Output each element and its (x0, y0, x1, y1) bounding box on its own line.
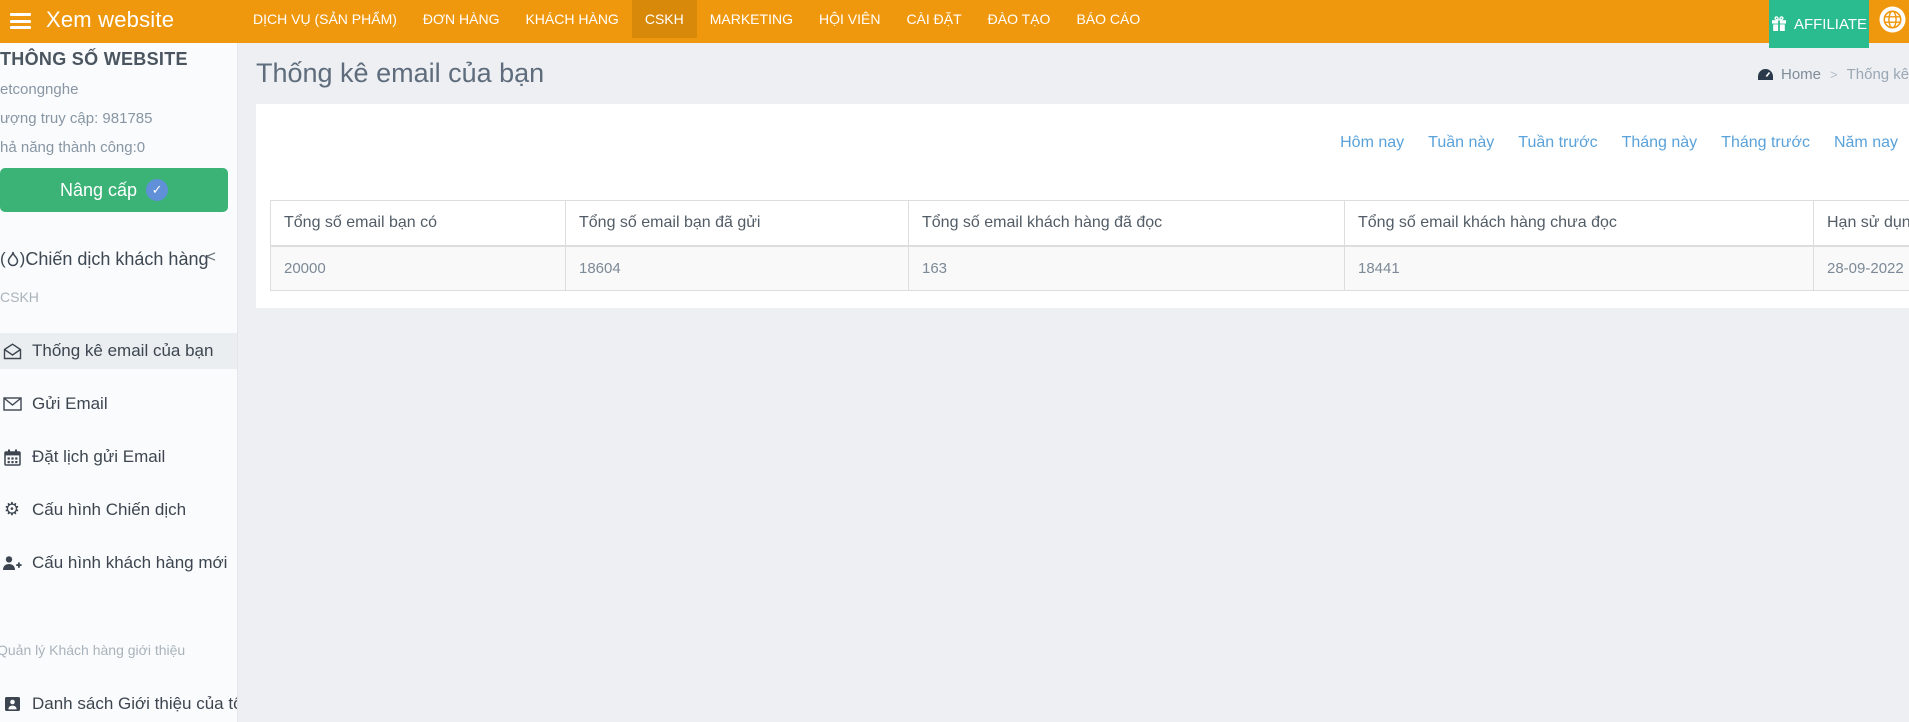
breadcrumb-home[interactable]: Home (1757, 66, 1821, 83)
calendar-icon (2, 449, 22, 466)
flame-paren-icon: ( (0, 249, 6, 268)
col-header-total-emails: Tổng số email bạn có (270, 200, 566, 247)
sidebar-item-schedule-email[interactable]: Đặt lịch gửi Email (0, 439, 237, 475)
sidebar-heading: THÔNG SỐ WEBSITE (0, 49, 188, 69)
upgrade-label: Nâng cấp (59, 179, 138, 200)
open-envelope-icon (2, 342, 22, 360)
breadcrumb-current: Thống kê email của bạn (1846, 66, 1909, 83)
chevron-left-icon: < (206, 247, 216, 266)
col-header-emails-read: Tổng số email khách hàng đã đọc (908, 200, 1345, 247)
nav-item-cskh[interactable]: CSKH (631, 0, 697, 38)
sidebar-item-label: Thống kê email của bạn (32, 341, 214, 360)
filter-this-week[interactable]: Tuần này (1428, 134, 1494, 152)
view-website-link[interactable]: Xem website (46, 7, 174, 33)
nav-item-cai-dat[interactable]: CÀI ĐẶT (893, 0, 974, 38)
nav-item-don-hang[interactable]: ĐƠN HÀNG (410, 0, 513, 38)
date-filter-links: Hôm nay Tuần này Tuần trước Tháng này Th… (1340, 134, 1898, 152)
cell-emails-sent: 18604 (565, 246, 909, 291)
sidebar-item-new-customer-config[interactable]: Cấu hình khách hàng mới (0, 545, 237, 581)
affiliate-label: AFFILIATE (1793, 15, 1868, 33)
sidebar-item-label: Danh sách Giới thiệu của tôi (32, 694, 238, 713)
address-card-icon (2, 696, 22, 712)
table-row: 20000 18604 163 18441 28-09-2022 (270, 246, 1909, 291)
sidebar-item-campaign[interactable]: ( ) Chiến dịch khách hàng < (0, 244, 237, 274)
affiliate-button[interactable]: AFFILIATE (1769, 0, 1869, 48)
filter-today[interactable]: Hôm nay (1340, 134, 1404, 152)
sidebar-item-campaign-config[interactable]: ⚙ Cấu hình Chiến dịch (0, 492, 237, 528)
nav-item-dao-tao[interactable]: ĐÀO TẠO (975, 0, 1064, 38)
gear-icon: ⚙ (3, 499, 21, 520)
menu-toggle-icon[interactable] (10, 13, 32, 29)
sidebar-item-campaign-label: Chiến dịch khách hàng (25, 248, 209, 269)
flame-icon (7, 251, 19, 267)
sidebar-item-send-email[interactable]: Gửi Email (0, 386, 237, 422)
site-stat-traffic: ượng truy cập: 981785 (0, 110, 153, 127)
cell-total-emails: 20000 (270, 246, 566, 291)
cell-emails-unread: 18441 (1344, 246, 1814, 291)
dashboard-icon (1757, 68, 1774, 81)
globe-icon[interactable] (1879, 6, 1906, 33)
top-nav-menu: DỊCH VỤ (SẢN PHẨM) ĐƠN HÀNG KHÁCH HÀNG C… (240, 0, 1153, 38)
page-title: Thống kê email của bạn (256, 58, 545, 88)
content-panel: Hôm nay Tuần này Tuần trước Tháng này Th… (256, 104, 1909, 308)
breadcrumb-separator: > (1830, 67, 1838, 82)
sidebar-item-email-stats[interactable]: Thống kê email của bạn (0, 333, 237, 369)
nav-item-hoi-vien[interactable]: HỘI VIÊN (806, 0, 893, 38)
cell-expiry-date: 28-09-2022 (1813, 246, 1909, 291)
section-label-cskh: CSKH (0, 289, 39, 305)
filter-this-year[interactable]: Năm nay (1834, 134, 1898, 152)
envelope-icon (2, 397, 22, 411)
site-stat-name: etcongnghe (0, 81, 79, 98)
sidebar: THÔNG SỐ WEBSITE etcongnghe ượng truy cậ… (0, 43, 238, 722)
sidebar-item-label: Cấu hình khách hàng mới (32, 553, 228, 572)
filter-this-month[interactable]: Tháng này (1622, 134, 1698, 152)
email-stats-table: Tổng số email bạn có Tổng số email bạn đ… (270, 200, 1909, 291)
breadcrumb: Home > Thống kê email của bạn (1757, 66, 1909, 83)
filter-last-month[interactable]: Tháng trước (1721, 134, 1810, 152)
nav-item-marketing[interactable]: MARKETING (697, 0, 806, 38)
site-stat-success: hả năng thành công:0 (0, 139, 146, 156)
section-label-referral: Quản lý Khách hàng giới thiệu (0, 642, 186, 658)
nav-item-dich-vu[interactable]: DỊCH VỤ (SẢN PHẨM) (240, 0, 410, 38)
sidebar-item-referral-list[interactable]: Danh sách Giới thiệu của tôi (0, 686, 238, 722)
app-window: Xem website DỊCH VỤ (SẢN PHẨM) ĐƠN HÀNG … (0, 0, 1909, 722)
table-header-row: Tổng số email bạn có Tổng số email bạn đ… (270, 200, 1909, 247)
sidebar-item-label: Gửi Email (32, 394, 108, 413)
filter-last-week[interactable]: Tuần trước (1518, 134, 1597, 152)
cell-emails-read: 163 (908, 246, 1345, 291)
site-stats: etcongnghe ượng truy cập: 981785 hả năng… (0, 75, 152, 162)
col-header-expiry: Hạn sử dụng (1813, 200, 1909, 247)
breadcrumb-home-label: Home (1781, 66, 1822, 83)
sidebar-item-label: Cấu hình Chiến dịch (32, 500, 187, 519)
nav-item-khach-hang[interactable]: KHÁCH HÀNG (512, 0, 631, 38)
sidebar-item-label: Đặt lịch gửi Email (32, 447, 166, 466)
gift-icon (1771, 16, 1787, 32)
check-circle-icon: ✓ (146, 179, 169, 201)
top-navbar: Xem website DỊCH VỤ (SẢN PHẨM) ĐƠN HÀNG … (0, 0, 1909, 48)
user-plus-icon (2, 555, 22, 571)
col-header-emails-sent: Tổng số email bạn đã gửi (565, 200, 909, 247)
col-header-emails-unread: Tổng số email khách hàng chưa đọc (1344, 200, 1814, 247)
upgrade-button[interactable]: Nâng cấp ✓ (0, 168, 228, 212)
nav-item-bao-cao[interactable]: BÁO CÁO (1063, 0, 1153, 38)
